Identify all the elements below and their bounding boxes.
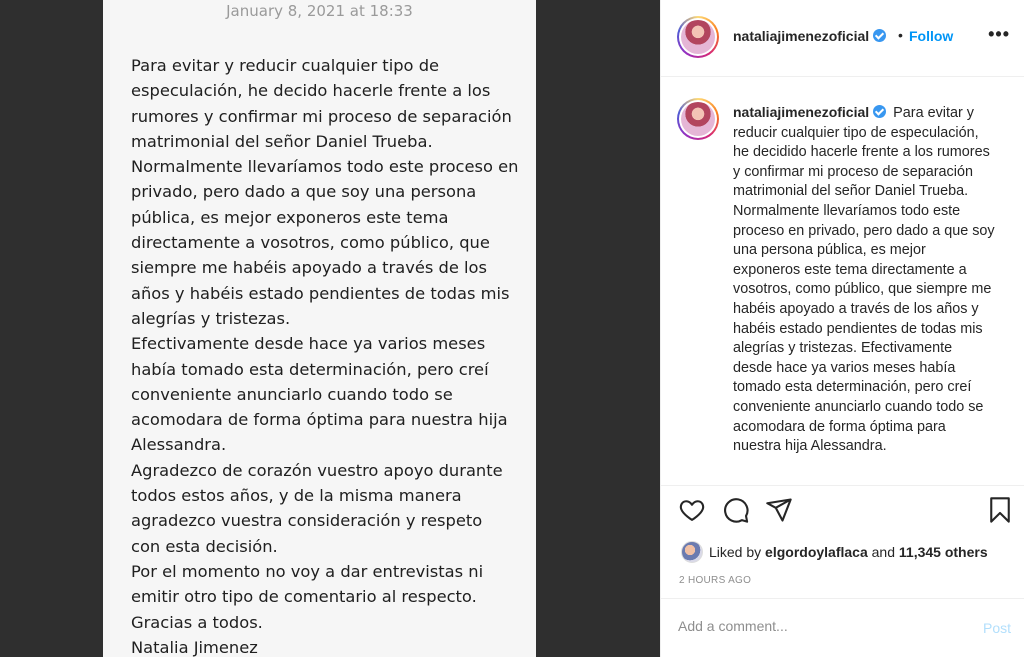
more-options-icon[interactable]: ••• [988,24,1010,45]
post-timestamp[interactable]: 2 HOURS AGO [679,575,751,586]
author-avatar[interactable] [677,16,719,58]
note-line: privado, pero dado a que soy una persona [131,182,477,202]
bookmark-icon[interactable] [986,496,1014,524]
liker-avatar[interactable] [681,541,703,563]
comment-icon[interactable] [722,496,750,524]
verified-badge-icon [873,105,887,118]
caption-avatar[interactable] [677,98,719,140]
note-line: siempre me habéis apoyado a través de lo… [131,258,487,278]
note-image: January 8, 2021 at 18:33 Para evitar y r… [103,0,536,657]
caption: nataliajimenezoficial Para evitar y redu… [733,103,995,457]
note-line: Por el momento no voy a dar entrevistas … [131,561,484,581]
note-body: Para evitar y reducir cualquier tipo de … [131,53,526,657]
heart-icon[interactable] [678,496,706,524]
likes-prefix: Liked by [709,544,762,560]
verified-badge-icon [873,29,887,42]
caption-username-link[interactable]: nataliajimenezoficial [733,104,887,120]
note-line: Gracias a todos. [131,612,263,632]
author-username-link[interactable]: nataliajimenezoficial [733,28,887,44]
action-bar [661,496,1024,536]
likes-summary: Liked by elgordoylaflaca and 11,345 othe… [681,541,988,563]
note-line: rumores y confirmar mi proceso de separa… [131,106,512,126]
share-icon[interactable] [765,496,793,524]
note-line: Natalia Jimenez [131,637,258,657]
note-line: Efectivamente desde hace ya varios meses [131,334,486,354]
liker-username-link[interactable]: elgordoylaflaca [765,544,868,560]
post-comment-button[interactable]: Post [983,620,1011,636]
note-line: alegrías y tristezas. [131,308,291,328]
note-line: Para evitar y reducir cualquier tipo de [131,56,440,75]
note-line: había tomado esta determinación, pero cr… [131,359,489,379]
note-line: emitir otro tipo de comentario al respec… [131,587,477,607]
note-line: agradezco vuestra consideración y respet… [131,511,483,531]
note-date: January 8, 2021 at 18:33 [226,2,413,20]
note-line: Alessandra. [131,435,227,455]
caption-text: Para evitar y reducir cualquier tipo de … [733,105,995,455]
note-line: acomodara de forma óptima para nuestra h… [131,410,508,430]
likes-count-link[interactable]: 11,345 others [899,544,988,560]
comment-bar: Post [661,598,1024,657]
note-line: años y habéis estado pendientes de todas… [131,283,510,303]
note-line: matrimonial del señor Daniel Trueba. [131,131,433,151]
likes-and: and [871,544,895,560]
caption-area[interactable]: nataliajimenezoficial Para evitar y redu… [661,78,1024,486]
post-panel: nataliajimenezoficial • Follow ••• natal… [660,0,1024,657]
note-line: pública, es mejor exponeros este tema [131,207,449,227]
note-line: especulación, he decido hacerle frente a… [131,81,491,101]
comment-input[interactable] [678,618,948,634]
follow-button[interactable]: Follow [909,28,953,44]
note-line: Normalmente llevaríamos todo este proces… [131,157,519,177]
post-header: nataliajimenezoficial • Follow ••• [661,0,1024,77]
note-line: con esta decisión. [131,536,278,556]
note-line: todos estos años, y de la misma manera [131,486,462,506]
note-line: conveniente anunciarlo cuando todo se [131,384,453,404]
note-line: directamente a vosotros, como público, q… [131,233,490,253]
post-media[interactable]: January 8, 2021 at 18:33 Para evitar y r… [0,0,660,657]
follow-separator: • [898,27,903,43]
note-line: Agradezco de corazón vuestro apoyo duran… [131,460,503,480]
